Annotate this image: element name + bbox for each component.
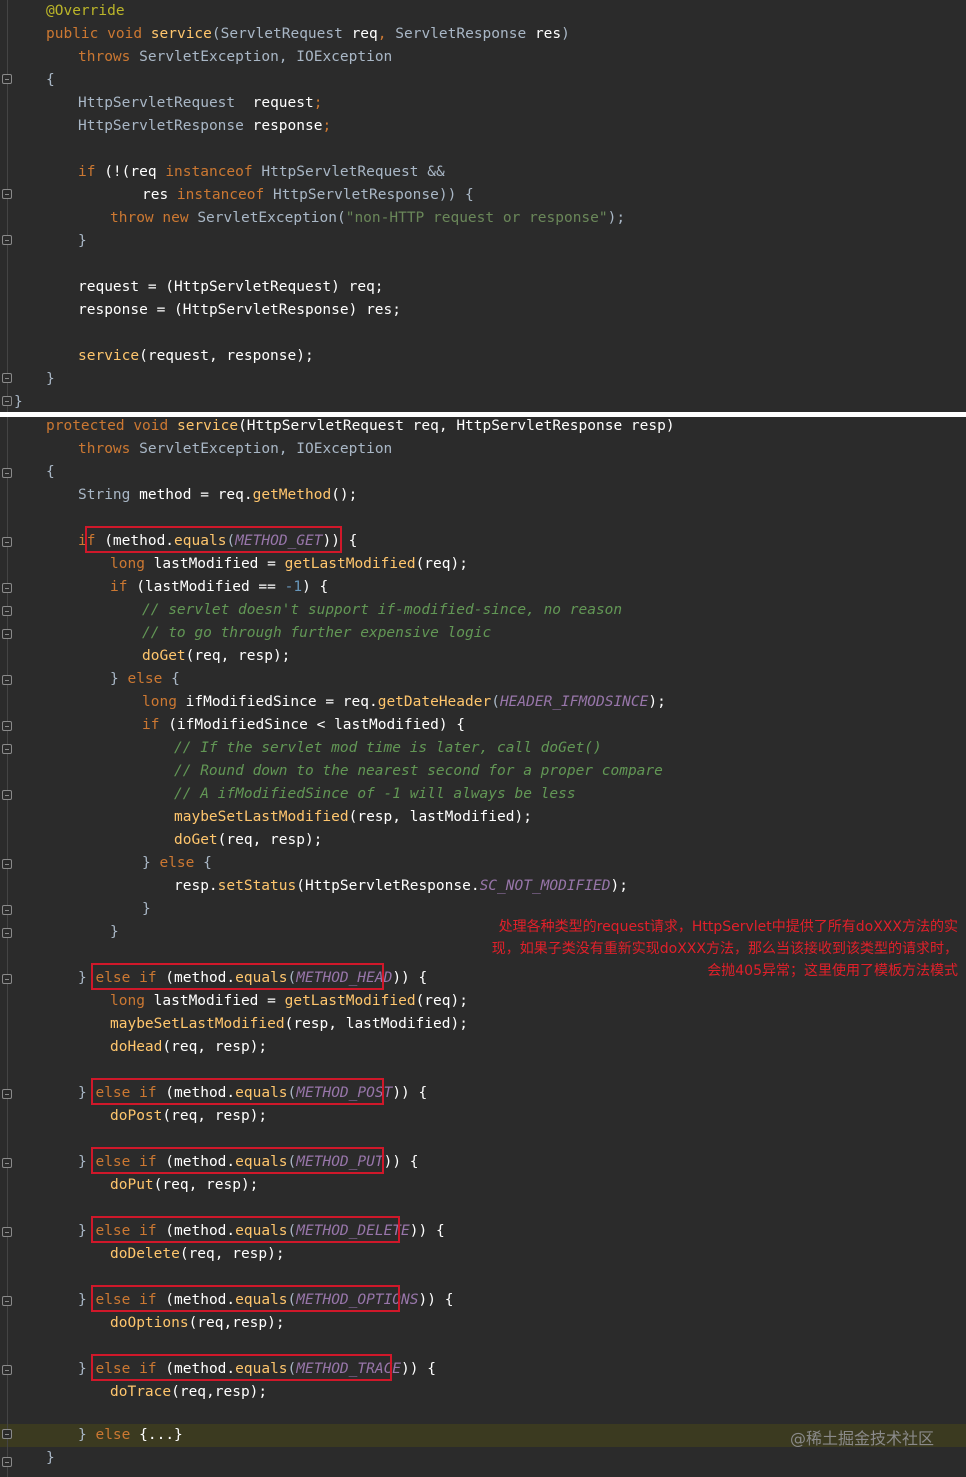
fold-icon[interactable]: [2, 629, 12, 639]
fold-icon[interactable]: [2, 675, 12, 685]
fold-icon[interactable]: [2, 606, 12, 616]
code-line: doPost(req, resp);: [110, 1108, 268, 1124]
annotation-note: 处理各种类型的request请求，HttpServlet中提供了所有doXXX方…: [491, 919, 958, 979]
code-line: doGet(req, resp);: [174, 832, 323, 848]
code-line: } else if (method.equals(METHOD_POST)) {: [78, 1085, 428, 1101]
code-line: public void service(ServletRequest req, …: [46, 26, 570, 42]
code-line: } else {...}: [78, 1427, 183, 1443]
code-panel-top[interactable]: @Override public void service(ServletReq…: [0, 0, 966, 412]
code-line: HttpServletRequest request;: [78, 95, 323, 111]
code-line: long lastModified = getLastModified(req)…: [110, 993, 468, 1009]
code-line: service(request, response);: [78, 348, 314, 364]
fold-icon[interactable]: [2, 1296, 12, 1306]
code-line: {: [46, 72, 55, 88]
code-line: resp.setStatus(HttpServletResponse.SC_NO…: [174, 878, 628, 894]
code-line: throw new ServletException("non-HTTP req…: [110, 210, 626, 226]
code-line: long ifModifiedSince = req.getDateHeader…: [142, 694, 666, 710]
code-line: doDelete(req, resp);: [110, 1246, 285, 1262]
code-line: doPut(req, resp);: [110, 1177, 259, 1193]
code-line: String method = req.getMethod();: [78, 487, 358, 503]
gutter-line: [7, 0, 8, 412]
code-line: }: [110, 924, 119, 940]
code-line: // servlet doesn't support if-modified-s…: [142, 602, 623, 618]
code-line: // A ifModifiedSince of -1 will always b…: [174, 786, 576, 802]
fold-icon[interactable]: [2, 974, 12, 984]
code-line: HttpServletResponse response;: [78, 118, 332, 134]
code-line: } else {: [110, 671, 180, 687]
fold-icon[interactable]: [2, 373, 12, 383]
code-line: long lastModified = getLastModified(req)…: [110, 556, 468, 572]
gutter: [0, 0, 40, 412]
fold-icon[interactable]: [2, 583, 12, 593]
code-line: {: [46, 464, 55, 480]
code-line: maybeSetLastModified(resp, lastModified)…: [110, 1016, 468, 1032]
code-line: @Override: [46, 3, 125, 19]
fold-icon[interactable]: [2, 537, 12, 547]
code-line: throws ServletException, IOException: [78, 49, 393, 65]
fold-icon[interactable]: [2, 1429, 12, 1439]
code-line: // Round down to the nearest second for …: [174, 763, 663, 779]
code-panel-bottom[interactable]: protected void service(HttpServletReques…: [0, 417, 966, 1477]
fold-icon[interactable]: [2, 721, 12, 731]
code-line: doHead(req, resp);: [110, 1039, 268, 1055]
fold-icon[interactable]: [2, 1227, 12, 1237]
code-line: doGet(req, resp);: [142, 648, 291, 664]
fold-icon[interactable]: [2, 235, 12, 245]
code-line: doTrace(req,resp);: [110, 1384, 268, 1400]
code-line: }: [14, 394, 23, 410]
fold-icon[interactable]: [2, 1365, 12, 1375]
code-line: } else if (method.equals(METHOD_OPTIONS)…: [78, 1292, 454, 1308]
code-line: protected void service(HttpServletReques…: [46, 418, 675, 434]
code-line: response = (HttpServletResponse) res;: [78, 302, 402, 318]
code-line: }: [46, 1450, 55, 1466]
code-line: if (ifModifiedSince < lastModified) {: [142, 717, 466, 733]
watermark: @稀土掘金技术社区: [789, 1429, 934, 1448]
code-line: } else if (method.equals(METHOD_PUT)) {: [78, 1154, 419, 1170]
fold-icon[interactable]: [2, 790, 12, 800]
gutter-line: [7, 417, 8, 1477]
fold-icon[interactable]: [2, 468, 12, 478]
folded-block[interactable]: {...}: [139, 1427, 183, 1443]
code-line: request = (HttpServletRequest) req;: [78, 279, 384, 295]
code-line: doOptions(req,resp);: [110, 1315, 285, 1331]
code-line: }: [46, 371, 55, 387]
fold-icon[interactable]: [2, 1158, 12, 1168]
code-line: }: [142, 901, 151, 917]
code-line: res instanceof HttpServletResponse)) {: [142, 187, 474, 203]
code-line: } else if (method.equals(METHOD_DELETE))…: [78, 1223, 445, 1239]
code-line: throws ServletException, IOException: [78, 441, 393, 457]
code-line: if (!(req instanceof HttpServletRequest …: [78, 164, 445, 180]
fold-icon[interactable]: [2, 744, 12, 754]
fold-icon[interactable]: [2, 189, 12, 199]
fold-icon[interactable]: [2, 905, 12, 915]
fold-icon[interactable]: [2, 928, 12, 938]
code-line: if (method.equals(METHOD_GET)) {: [78, 533, 358, 549]
code-line: } else if (method.equals(METHOD_HEAD)) {: [78, 970, 428, 986]
code-line: } else if (method.equals(METHOD_TRACE)) …: [78, 1361, 436, 1377]
fold-icon[interactable]: [2, 1089, 12, 1099]
code-line: // to go through further expensive logic: [142, 625, 492, 641]
code-line: }: [78, 233, 87, 249]
code-line: if (lastModified == -1) {: [110, 579, 329, 595]
fold-icon[interactable]: [2, 74, 12, 84]
code-line: } else {: [142, 855, 212, 871]
code-line: maybeSetLastModified(resp, lastModified)…: [174, 809, 532, 825]
fold-icon[interactable]: [2, 396, 12, 406]
fold-icon[interactable]: [2, 859, 12, 869]
gutter: [0, 417, 40, 1477]
fold-icon[interactable]: [2, 1457, 12, 1467]
code-line: // If the servlet mod time is later, cal…: [174, 740, 602, 756]
